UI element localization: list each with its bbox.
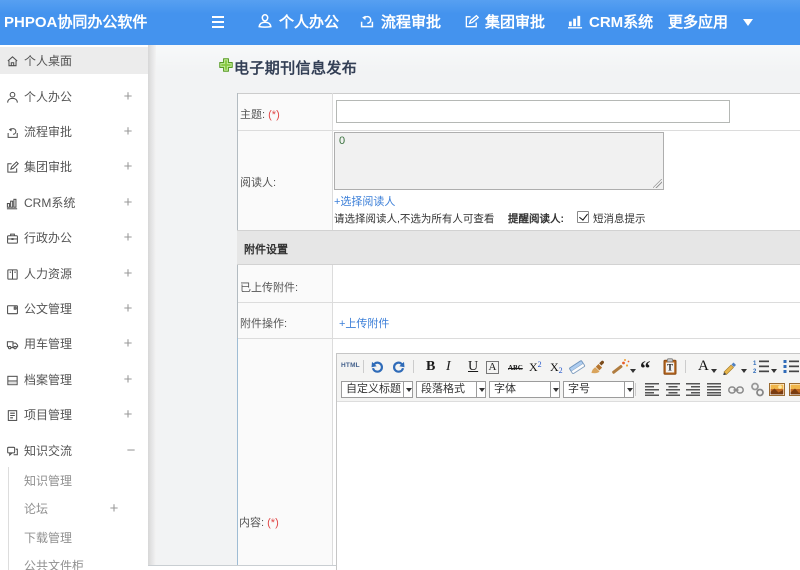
svg-text:2: 2: [753, 369, 757, 374]
svg-text:T: T: [667, 363, 673, 373]
svg-text:1: 1: [753, 361, 757, 367]
